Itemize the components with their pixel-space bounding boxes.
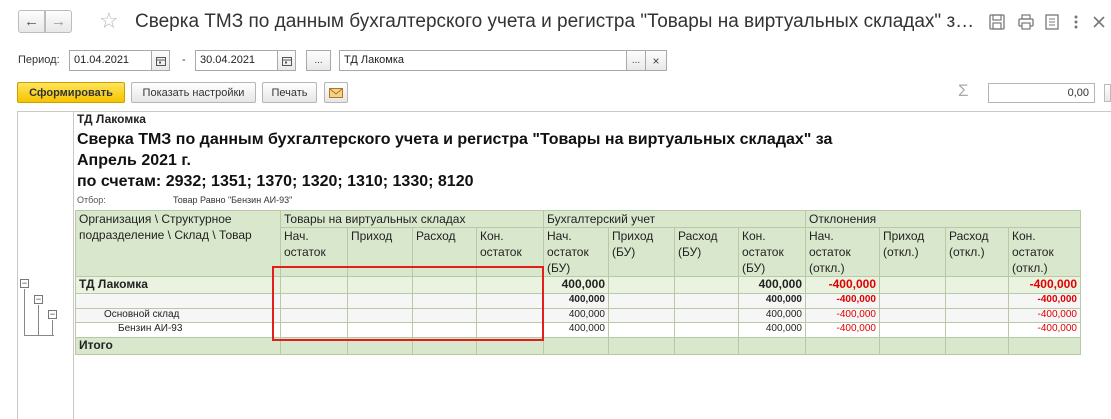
organization-select-button[interactable]: ... (626, 50, 646, 71)
collapse-subdivision-icon[interactable]: − (34, 295, 43, 304)
period-panel: Период: 01.04.2021 - 30.04.2021 ... ТД Л… (0, 49, 1111, 73)
calendar-icon (281, 56, 292, 66)
report-organization: ТД Лакомка (77, 112, 146, 126)
row-label: Основной склад (75, 308, 281, 323)
envelope-icon (329, 87, 343, 98)
organization-field[interactable]: ТД Лакомка (339, 50, 627, 71)
report-title: Сверка ТМЗ по данным бухгалтерского учет… (77, 129, 832, 192)
favorite-star-icon[interactable]: ☆ (99, 8, 119, 34)
row-label: Бензин АИ-93 (75, 322, 281, 338)
report-title-line2: Апрель 2021 г. (77, 152, 191, 169)
table-row-warehouse[interactable]: Основной склад 400,000 400,000 -400,000 … (75, 308, 1081, 323)
row-label (75, 293, 281, 309)
col-header: Нач. остаток (БУ) (543, 227, 609, 277)
col-header: Расход (откл.) (945, 227, 1009, 277)
date-to-field[interactable]: 30.04.2021 (195, 50, 278, 71)
cell-dev-end: -400,000 (1008, 308, 1081, 323)
send-email-button[interactable] (324, 82, 348, 103)
cell-bu-end: 400,000 (738, 322, 806, 338)
show-settings-button[interactable]: Показать настройки (131, 82, 256, 103)
generate-button[interactable]: Сформировать (17, 82, 125, 103)
print-button[interactable]: Печать (262, 82, 317, 103)
group-virtual-header: Товары на виртуальных складах (280, 210, 544, 228)
filter-value: Товар Равно "Бензин АИ-93" (173, 195, 293, 205)
calendar-from-button[interactable] (151, 50, 170, 71)
grouping-gutter: − − − (18, 112, 74, 419)
collapse-warehouse-icon[interactable]: − (48, 310, 57, 319)
table-row-item[interactable]: Бензин АИ-93 400,000 400,000 -400,000 -4… (75, 322, 1081, 338)
cell-dev-end: -400,000 (1008, 293, 1081, 309)
col-header: Приход (БУ) (608, 227, 675, 277)
more-icon[interactable] (1067, 13, 1085, 31)
cell-dev-start: -400,000 (805, 308, 880, 323)
highlight-frame (272, 266, 544, 341)
report-title-line3: по счетам: 2932; 1351; 1370; 1320; 1310;… (77, 173, 474, 190)
window-title: Сверка ТМЗ по данным бухгалтерского учет… (135, 11, 980, 32)
col-header: Кон. остаток (БУ) (738, 227, 806, 277)
date-from-field[interactable]: 01.04.2021 (69, 50, 152, 71)
arrow-right-icon: → (51, 13, 66, 30)
group-accounting-header: Бухгалтерский учет (543, 210, 806, 228)
cell-dev-end: -400,000 (1008, 276, 1081, 294)
cell-bu-start: 400,000 (543, 308, 609, 323)
title-bar: ← → ☆ Сверка ТМЗ по данным бухгалтерског… (0, 0, 1111, 46)
forward-button[interactable]: → (45, 10, 72, 33)
report-title-line1: Сверка ТМЗ по данным бухгалтерского учет… (77, 131, 833, 148)
cell-bu-end: 400,000 (738, 293, 806, 309)
close-icon[interactable] (1090, 13, 1108, 31)
cell-dev-start: -400,000 (805, 276, 880, 294)
print-icon[interactable] (1017, 13, 1035, 31)
sum-field: 0,00 (988, 83, 1095, 103)
table-row-organization[interactable]: ТД Лакомка 400,000 400,000 -400,000 -400… (75, 276, 1081, 294)
save-icon[interactable] (988, 13, 1006, 31)
cell-bu-start: 400,000 (543, 322, 609, 338)
calendar-to-button[interactable] (277, 50, 296, 71)
filter-label: Отбор: (77, 195, 106, 205)
cell-bu-end: 400,000 (738, 276, 806, 294)
total-label: Итого (75, 337, 281, 355)
cell-bu-start: 400,000 (543, 293, 609, 309)
cell-bu-start: 400,000 (543, 276, 609, 294)
header-group-row: Организация \ Структурное подразделение … (75, 210, 1081, 277)
cell-dev-end: -400,000 (1008, 322, 1081, 338)
back-button[interactable]: ← (18, 10, 45, 33)
cell-bu-end: 400,000 (738, 308, 806, 323)
sum-icon: Σ (958, 81, 969, 100)
arrow-left-icon: ← (24, 13, 39, 30)
table-row-subdivision[interactable]: 400,000 400,000 -400,000 -400,000 (75, 293, 1081, 309)
cell-dev-start: -400,000 (805, 293, 880, 309)
table-row-total[interactable]: Итого (75, 337, 1081, 355)
sum-menu-button[interactable] (1104, 84, 1111, 102)
report-sheet: − − − ТД Лакомка Сверка ТМЗ по данным бу… (17, 111, 1111, 419)
col-header: Кон. остаток (откл.) (1008, 227, 1081, 277)
period-select-button[interactable]: ... (306, 50, 331, 71)
period-label: Период: (18, 54, 60, 66)
col-header: Нач. остаток (откл.) (805, 227, 880, 277)
cell-dev-start: -400,000 (805, 322, 880, 338)
calendar-icon (155, 56, 166, 66)
period-dash: - (182, 54, 186, 66)
col-header: Расход (БУ) (674, 227, 739, 277)
command-bar: Сформировать Показать настройки Печать Σ… (0, 81, 1111, 105)
col-header: Приход (откл.) (879, 227, 946, 277)
organization-clear-button[interactable]: × (645, 50, 667, 71)
preview-icon[interactable] (1043, 13, 1061, 31)
col-main-header: Организация \ Структурное подразделение … (75, 210, 281, 277)
group-deviation-header: Отклонения (805, 210, 1081, 228)
report-table: Организация \ Структурное подразделение … (75, 210, 1081, 355)
row-label: ТД Лакомка (75, 276, 281, 294)
collapse-org-icon[interactable]: − (20, 279, 29, 288)
